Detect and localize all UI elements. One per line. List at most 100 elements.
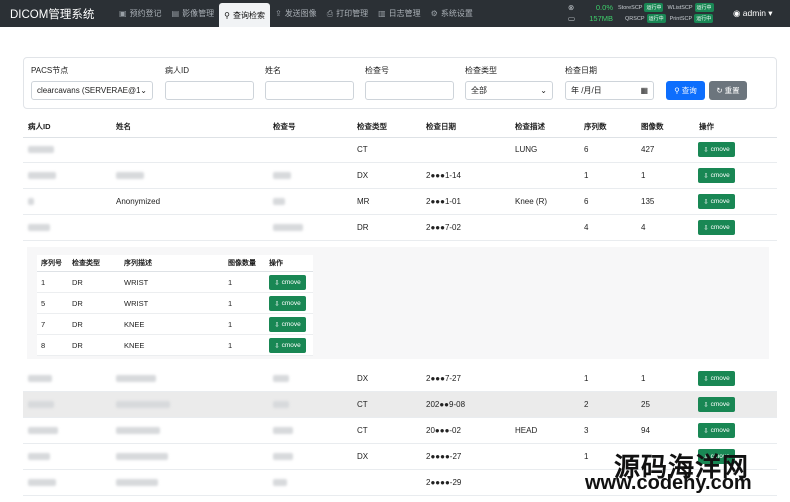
download-icon: ⇩ [703,224,709,232]
modality: CT [357,145,368,154]
table-row[interactable]: CT 202●●9-08 2 25 ⇩ cmove [23,392,777,418]
patient-name-redacted [116,400,170,409]
cmove-button[interactable]: ⇩ cmove [698,397,735,412]
col-header: 操作 [699,122,714,131]
cmove-label: cmove [281,279,301,286]
patient-id-input[interactable] [165,81,254,100]
patient-id-redacted [28,478,56,487]
series-row[interactable]: 7 DR KNEE 1 ⇩ cmove [37,314,313,335]
series-image-count: 1 [228,298,233,308]
query-button[interactable]: ⚲ 查询 [666,81,705,100]
nav-label: 发送图像 [284,9,317,18]
search-icon: ⚲ [674,86,680,95]
series-cmove-button[interactable]: ⇩ cmove [269,296,306,311]
study-description: Knee (R) [515,197,548,206]
patient-name-redacted [116,452,168,461]
app-title[interactable]: DICOM管理系统 [10,6,114,22]
user-menu[interactable]: ◉ admin ▾ [733,8,773,19]
accession-redacted [273,223,303,232]
series-cmove-button[interactable]: ⇩ cmove [269,317,306,332]
nav-item-send[interactable]: ⇪ 发送图像 [270,0,322,27]
cmove-button[interactable]: ⇩ cmove [698,423,735,438]
date-label: 检查日期 [565,66,597,75]
nav-item-settings[interactable]: ⚙ 系统设置 [426,0,478,27]
nav-item-query[interactable]: ⚲ 查询检索 [219,3,270,27]
cmove-button[interactable]: ⇩ cmove [698,142,735,157]
cpu-usage: 0.0% [595,3,613,12]
series-number: 7 [41,319,46,329]
pacs-label: PACS节点 [31,66,69,75]
table-row[interactable]: CT LUNG 6 427 ⇩ cmove [23,137,777,163]
col-header: 病人ID [28,122,51,131]
series-modality: DR [72,340,83,350]
cmove-button[interactable]: ⇩ cmove [698,194,735,209]
name-label: 姓名 [265,66,281,75]
series-number: 8 [41,340,46,350]
patient-id-redacted [28,452,50,461]
study-date: 20●●●-02 [426,426,461,435]
series-description: KNEE [124,319,145,329]
table-row[interactable]: DX 2●●●1-14 1 1 ⇩ cmove [23,163,777,189]
accession-input[interactable] [365,81,454,100]
nav-item-print[interactable]: ⎙ 打印管理 [322,0,373,27]
search-icon: ⚲ [224,10,230,20]
series-count: 4 [584,223,589,232]
reset-icon: ↻ [716,86,723,95]
cmove-label: cmove [710,172,730,179]
series-cmove-button[interactable]: ⇩ cmove [269,275,306,290]
col-header: 检查描述 [515,122,545,131]
col-header: 姓名 [116,122,131,131]
nav-item-images[interactable]: ▤ 影像管理 [167,0,220,27]
nav-item-appointment[interactable]: ▣ 预约登记 [114,0,167,27]
patient-name-redacted [116,374,156,383]
reset-button[interactable]: ↻ 重置 [709,81,747,100]
series-cmove-button[interactable]: ⇩ cmove [269,338,306,353]
pacs-select[interactable]: clearcavans (SERVERAE@1 ⌄ [31,81,153,100]
col-header: 图像数量 [228,260,256,267]
modality-select[interactable]: 全部 ⌄ [465,81,553,100]
cmove-button[interactable]: ⇩ cmove [698,168,735,183]
series-modality: DR [72,298,83,308]
study-date: 2●●●7-27 [426,374,461,383]
pacs-value: clearcavans (SERVERAE@1 [37,86,141,95]
download-icon: ⇩ [703,172,709,180]
nav-label: 打印管理 [336,9,369,18]
col-header: 检查日期 [426,122,456,131]
chevron-down-icon: ⌄ [540,86,547,95]
series-row[interactable]: 1 DR WRIST 1 ⇩ cmove [37,272,313,293]
table-row[interactable]: DR 2●●●7-02 4 4 ⇩ cmove [23,215,777,241]
patient-id-redacted [28,426,58,435]
cmove-label: cmove [710,375,730,382]
status-badge: 运行中 [694,14,714,23]
user-icon: ◉ [733,8,741,18]
cmove-button[interactable]: ⇩ cmove [698,220,735,235]
top-navbar: DICOM管理系统 ▣ 预约登记 ▤ 影像管理 ⚲ 查询检索 ⇪ 发送图像 ⎙ 打印管理 … [0,0,790,27]
download-icon: ⇩ [703,375,709,383]
patient-id-redacted [28,223,50,232]
accession-label: 检查号 [365,66,389,75]
table-row[interactable]: DX 2●●●7-27 1 1 ⇩ cmove [23,366,777,392]
cmove-button[interactable]: ⇩ cmove [698,371,735,386]
cmove-label: cmove [710,146,730,153]
col-header: 序列号 [41,260,62,267]
upload-icon: ⇪ [274,9,282,18]
cmove-label: cmove [710,198,730,205]
patient-name-redacted [116,171,144,180]
col-header: 序列描述 [124,260,152,267]
service-status: PrintSCP 运行中 [669,14,714,23]
table-row[interactable]: Anonymized MR 2●●●1-01 Knee (R) 6 135 ⇩ cmove [23,189,777,215]
series-row[interactable]: 8 DR KNEE 1 ⇩ cmove [37,335,313,356]
cmove-label: cmove [710,427,730,434]
name-input[interactable] [265,81,354,100]
series-row[interactable]: 5 DR WRIST 1 ⇩ cmove [37,293,313,314]
accession-filter: 检查号 [365,65,454,100]
modality-value: 全部 [471,86,487,95]
memory-icon: ▭ [568,14,576,23]
modality: DX [357,452,369,461]
pacs-filter: PACS节点 clearcavans (SERVERAE@1 ⌄ [31,65,153,100]
nav-item-logs[interactable]: ▥ 日志管理 [373,0,426,27]
cmove-label: cmove [710,401,730,408]
table-row[interactable]: CT 20●●●-02 HEAD 3 94 ⇩ cmove [23,418,777,444]
col-header: 检查类型 [357,122,387,131]
date-input[interactable]: 年 /月/日 ▦ [565,81,654,100]
